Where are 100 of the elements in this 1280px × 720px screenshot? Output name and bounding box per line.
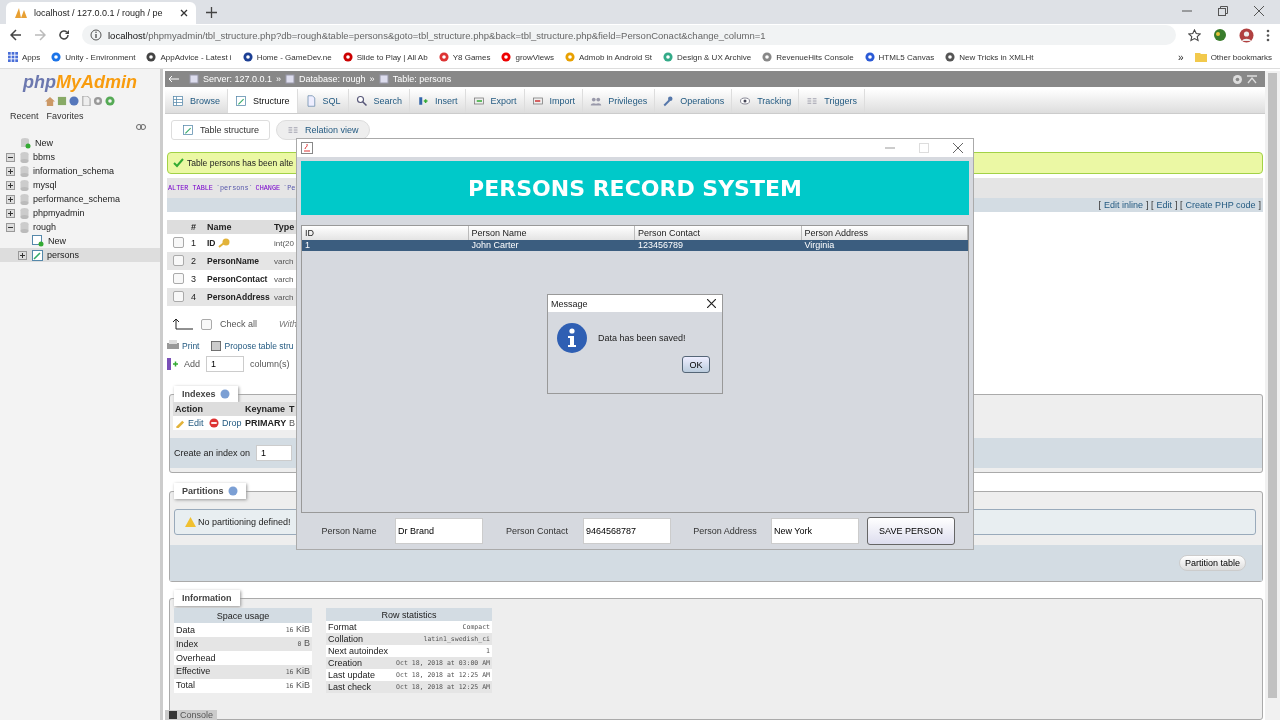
expand-icon[interactable] [6, 166, 15, 176]
tab[interactable]: Privileges [583, 89, 656, 113]
sql-link[interactable]: Create PHP code [1185, 200, 1256, 210]
expand-icon[interactable] [18, 250, 27, 260]
tree-item[interactable]: performance_schema [0, 192, 160, 206]
input-field[interactable]: 9464568787 [583, 518, 671, 544]
tree-item[interactable]: mysql [0, 178, 160, 192]
tab[interactable]: SQL [297, 89, 349, 113]
sidebar-tab[interactable]: Recent [8, 110, 41, 122]
checkbox[interactable] [173, 254, 184, 266]
sql-link[interactable]: Edit [1156, 200, 1173, 210]
site-icon [342, 52, 353, 62]
bookmark[interactable]: Unity - Environment [51, 52, 136, 62]
bookmark[interactable]: growViews [501, 52, 554, 62]
check-all-label[interactable]: Check all [220, 319, 257, 329]
input-field[interactable]: New York [771, 518, 859, 544]
tab[interactable]: Triggers [799, 89, 866, 113]
tab[interactable]: Export [465, 89, 525, 113]
bracket: ] [ [1175, 200, 1183, 210]
unit: KiB [296, 665, 310, 676]
partition-table-button[interactable]: Partition table [1178, 555, 1246, 571]
propose-link[interactable]: Propose table stru [211, 340, 294, 351]
home-icon[interactable] [45, 96, 55, 106]
unit: KiB [296, 624, 310, 635]
address-field[interactable]: localhost/phpmyadmin/tbl_structure.php?db=rough&table=persons&goto=tbl_structure.php&back=tbl_structure.php&field=PersonConact&change_column=1 [82, 25, 1176, 45]
table-cell: ID [207, 238, 216, 248]
breadcrumb-link[interactable]: Table: persons [392, 74, 452, 84]
collapse-icon[interactable] [6, 152, 15, 162]
close-icon[interactable] [180, 9, 188, 17]
checkbox[interactable] [173, 272, 184, 284]
terminal-icon [169, 711, 177, 719]
bookmark[interactable]: HTML5 Canvas [864, 52, 935, 62]
table-cell-text: B [289, 418, 296, 428]
save-button[interactable]: SAVE PERSON [867, 517, 955, 545]
tree-item[interactable]: information_schema [0, 164, 160, 178]
table-header: Row statistics [381, 609, 437, 620]
tree-item[interactable]: persons [0, 248, 160, 262]
sql-link[interactable]: Edit inline [1104, 200, 1144, 210]
tree-item[interactable]: bbms [0, 150, 160, 164]
checkbox[interactable] [201, 318, 212, 330]
tree-item[interactable]: phpmyadmin [0, 206, 160, 220]
tab[interactable]: Insert [410, 89, 466, 113]
edit-link[interactable]: Edit [175, 418, 209, 428]
input-field[interactable]: Dr Brand [395, 518, 483, 544]
tree-item[interactable]: New [0, 136, 160, 150]
console-tab[interactable]: Console [165, 710, 218, 720]
bookmark[interactable]: Design & UX Archive [662, 52, 752, 62]
subtab[interactable]: Relation view [276, 120, 370, 140]
scrollbar[interactable] [1265, 71, 1280, 720]
table-row[interactable]: 1 John Carter 123456789 Virginia [302, 240, 968, 251]
close-icon[interactable] [707, 299, 716, 308]
star-icon[interactable] [1188, 28, 1201, 42]
tab[interactable]: Search [348, 89, 411, 113]
bookmark[interactable]: Y8 Games [438, 52, 491, 62]
tree-item[interactable]: rough [0, 220, 160, 234]
reload-icon[interactable] [58, 29, 70, 41]
phpmyadmin-logo[interactable]: phpMyAdmin [0, 72, 160, 93]
bookmark-folder[interactable]: Other bookmarks [1194, 52, 1272, 62]
back-icon[interactable] [10, 29, 22, 41]
expand-icon[interactable] [6, 180, 15, 190]
link-icon[interactable] [136, 124, 146, 130]
menu-icon[interactable] [1266, 28, 1270, 42]
print-link[interactable]: Print [167, 340, 200, 351]
ok-button[interactable]: OK [682, 356, 710, 373]
relation-icon [287, 124, 300, 136]
table-icon [211, 340, 222, 351]
tab[interactable]: Import [524, 89, 584, 113]
checkbox[interactable] [173, 290, 184, 302]
bookmark[interactable]: Home - GameDev.ne [242, 52, 332, 62]
dialog-title: Message [551, 298, 588, 309]
expand-icon[interactable] [6, 194, 15, 204]
table-cell: 1 [191, 238, 196, 248]
tab[interactable]: Tracking [732, 89, 800, 113]
breadcrumb-link[interactable]: Database: rough [299, 74, 366, 84]
more-bookmarks[interactable]: » [1178, 51, 1184, 63]
pencil-icon [182, 124, 194, 136]
checkbox[interactable] [173, 236, 184, 248]
collapse-arrow-icon[interactable] [169, 75, 179, 83]
wrench-icon [662, 95, 675, 107]
tree-item[interactable]: New [0, 234, 160, 248]
bookmark[interactable]: Apps [8, 52, 41, 62]
bookmark[interactable]: New Tricks in XMLHt [945, 52, 1034, 62]
expand-icon[interactable] [6, 208, 15, 218]
avatar-icon[interactable] [1239, 27, 1254, 43]
sidebar-tab[interactable]: Favorites [44, 110, 86, 122]
plus-icon[interactable] [206, 7, 217, 18]
bookmark[interactable]: Admob in Android St [565, 52, 652, 62]
subtab[interactable]: Table structure [171, 120, 271, 140]
bookmark[interactable]: Slide to Play | All Ab [342, 52, 428, 62]
drop-link[interactable]: Drop [209, 418, 245, 428]
bookmark[interactable]: RevenueHits Console [762, 52, 854, 62]
column-count-field[interactable]: 1 [206, 356, 244, 372]
bookmark[interactable]: AppAdvice - Latest i [146, 52, 232, 62]
breadcrumb-link[interactable]: Server: 127.0.0.1 [203, 74, 273, 84]
restore-icon[interactable] [1218, 6, 1228, 16]
index-count-field[interactable]: 1 [256, 445, 293, 461]
collapse-icon[interactable] [6, 222, 15, 232]
tab[interactable]: Structure [228, 89, 298, 113]
tab[interactable]: Operations [655, 89, 733, 113]
browser-tab[interactable]: localhost / 127.0.0.1 / rough / pe [6, 2, 196, 24]
